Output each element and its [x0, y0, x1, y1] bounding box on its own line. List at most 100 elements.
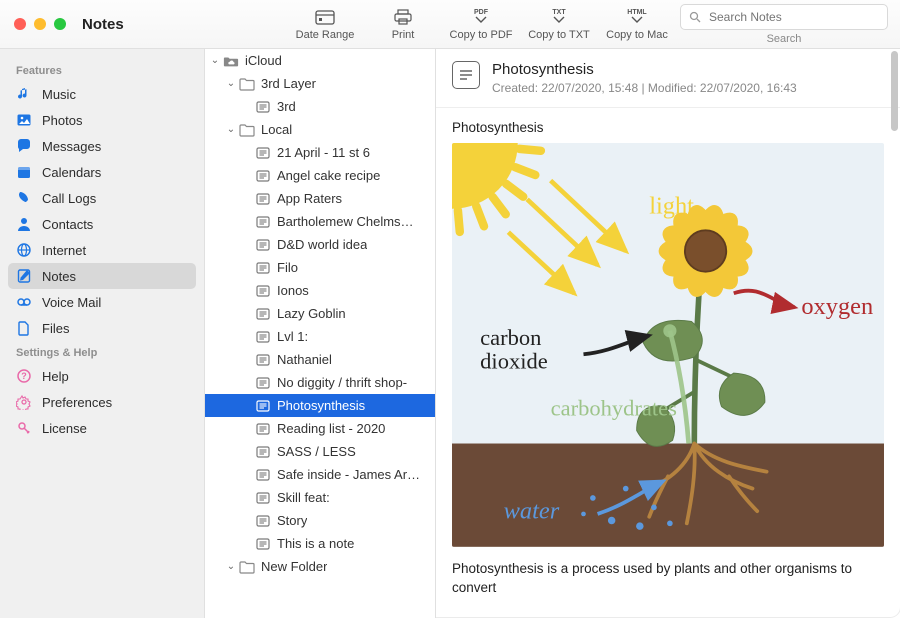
title-bar: Notes Date Range Print PDF Copy to PDF T…: [0, 0, 900, 49]
copy-to-pdf-button[interactable]: PDF Copy to PDF: [446, 8, 516, 41]
sidebar-item-label: Contacts: [42, 217, 93, 232]
search-input[interactable]: [707, 9, 879, 25]
cloud-folder-icon: [223, 53, 239, 69]
copy-to-txt-button[interactable]: TXT Copy to TXT: [524, 8, 594, 41]
sidebar-item-license[interactable]: License: [8, 415, 196, 441]
sidebar-item-label: License: [42, 421, 87, 436]
prefs-icon: [16, 394, 32, 410]
tree-row-label: Safe inside - James Ar…: [277, 467, 420, 482]
sidebar-item-label: Help: [42, 369, 69, 384]
copy-to-mac-button[interactable]: HTML Copy to Mac: [602, 8, 672, 41]
sidebar-item-files[interactable]: Files: [8, 315, 196, 341]
note-icon: [255, 513, 271, 529]
tree-note-row[interactable]: Reading list - 2020: [205, 417, 435, 440]
tree-folder-row[interactable]: ⌄iCloud: [205, 49, 435, 72]
copy-txt-label: Copy to TXT: [528, 29, 590, 41]
sidebar-item-notes[interactable]: Notes: [8, 263, 196, 289]
voicemail-icon: [16, 294, 32, 310]
tree-note-row[interactable]: Angel cake recipe: [205, 164, 435, 187]
tree-folder-row[interactable]: ⌄New Folder: [205, 555, 435, 578]
tree-note-row[interactable]: Safe inside - James Ar…: [205, 463, 435, 486]
note-icon: [255, 444, 271, 460]
tree-row-label: This is a note: [277, 536, 354, 551]
tree-note-row[interactable]: 21 April - 11 st 6: [205, 141, 435, 164]
scrollbar-thumb[interactable]: [891, 51, 898, 131]
date-range-button[interactable]: Date Range: [290, 8, 360, 41]
sidebar-item-messages[interactable]: Messages: [8, 133, 196, 159]
note-icon: [255, 260, 271, 276]
tree-note-row[interactable]: Lazy Goblin: [205, 302, 435, 325]
note-icon: [255, 214, 271, 230]
svg-text:oxygen: oxygen: [801, 293, 873, 320]
tree-note-row[interactable]: 3rd: [205, 95, 435, 118]
sidebar-item-label: Notes: [42, 269, 76, 284]
tree-note-row[interactable]: Story: [205, 509, 435, 532]
svg-text:dioxide: dioxide: [480, 348, 548, 373]
disclosure-triangle-icon[interactable]: ⌄: [225, 124, 237, 135]
minimize-window-button[interactable]: [34, 18, 46, 30]
sidebar-item-calllogs[interactable]: Call Logs: [8, 185, 196, 211]
note-icon: [255, 99, 271, 115]
tree-note-row[interactable]: D&D world idea: [205, 233, 435, 256]
copy-mac-label: Copy to Mac: [606, 29, 668, 41]
note-detail-pane: Photosynthesis Created: 22/07/2020, 15:4…: [436, 49, 900, 618]
sidebar-item-photos[interactable]: Photos: [8, 107, 196, 133]
sidebar-item-preferences[interactable]: Preferences: [8, 389, 196, 415]
sidebar-item-contacts[interactable]: Contacts: [8, 211, 196, 237]
tree-row-label: Story: [277, 513, 307, 528]
tree-note-row[interactable]: Filo: [205, 256, 435, 279]
sidebar-item-label: Internet: [42, 243, 86, 258]
print-button[interactable]: Print: [368, 8, 438, 41]
sidebar-item-internet[interactable]: Internet: [8, 237, 196, 263]
disclosure-triangle-icon[interactable]: ⌄: [209, 55, 221, 66]
sidebar-item-calendars[interactable]: Calendars: [8, 159, 196, 185]
sidebar-item-label: Files: [42, 321, 69, 336]
note-icon: [255, 467, 271, 483]
tree-note-row[interactable]: Lvl 1:: [205, 325, 435, 348]
tree-row-label: D&D world idea: [277, 237, 367, 252]
tree-note-row[interactable]: Photosynthesis: [205, 394, 435, 417]
note-icon: [255, 536, 271, 552]
tree-note-row[interactable]: Bartholemew Chelms…: [205, 210, 435, 233]
note-icon: [16, 268, 32, 284]
printer-icon: [394, 8, 412, 26]
tree-folder-row[interactable]: ⌄ 3rd Layer: [205, 72, 435, 95]
tree-note-row[interactable]: SASS / LESS: [205, 440, 435, 463]
folder-icon: [239, 559, 255, 575]
folder-icon: [239, 122, 255, 138]
tree-note-row[interactable]: Ionos: [205, 279, 435, 302]
disclosure-triangle-icon[interactable]: ⌄: [225, 78, 237, 89]
svg-text:carbon: carbon: [480, 325, 541, 350]
folder-icon: [239, 76, 255, 92]
tree-row-label: No diggity / thrift shop-: [277, 375, 407, 390]
sidebar-item-voicemail[interactable]: Voice Mail: [8, 289, 196, 315]
tree-folder-row[interactable]: ⌄Local: [205, 118, 435, 141]
close-window-button[interactable]: [14, 18, 26, 30]
tree-note-row[interactable]: Skill feat:: [205, 486, 435, 509]
tree-row-label: 3rd Layer: [261, 76, 316, 91]
date-range-label: Date Range: [296, 29, 355, 41]
chat-icon: [16, 138, 32, 154]
sidebar-item-help[interactable]: ?Help: [8, 363, 196, 389]
note-icon: [255, 306, 271, 322]
tree-row-label: Reading list - 2020: [277, 421, 385, 436]
tree-note-row[interactable]: No diggity / thrift shop-: [205, 371, 435, 394]
note-icon: [255, 352, 271, 368]
globe-icon: [16, 242, 32, 258]
feature-sidebar: FeaturesMusicPhotosMessagesCalendarsCall…: [0, 49, 205, 618]
zoom-window-button[interactable]: [54, 18, 66, 30]
tree-row-label: Skill feat:: [277, 490, 330, 505]
tree-note-row[interactable]: App Raters: [205, 187, 435, 210]
note-icon: [255, 421, 271, 437]
sidebar-item-label: Voice Mail: [42, 295, 101, 310]
search-field-wrapper[interactable]: [680, 4, 888, 30]
sidebar-item-label: Call Logs: [42, 191, 96, 206]
pdf-icon: PDF: [474, 8, 488, 26]
note-icon: [255, 283, 271, 299]
tree-row-label: Photosynthesis: [277, 398, 365, 413]
tree-note-row[interactable]: This is a note: [205, 532, 435, 555]
sidebar-item-label: Messages: [42, 139, 101, 154]
sidebar-item-music[interactable]: Music: [8, 81, 196, 107]
disclosure-triangle-icon[interactable]: ⌄: [225, 561, 237, 572]
tree-note-row[interactable]: Nathaniel: [205, 348, 435, 371]
